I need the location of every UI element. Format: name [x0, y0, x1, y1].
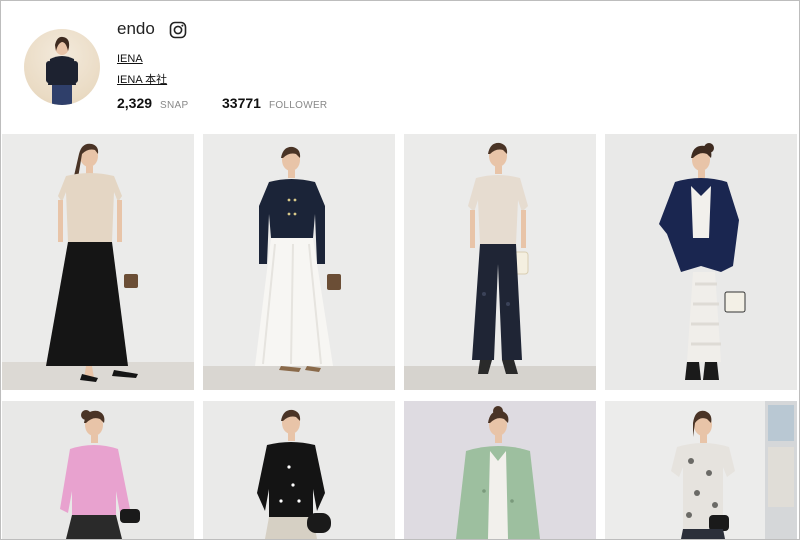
follower-count-label: FOLLOWER	[268, 100, 328, 111]
outfit-photo-6	[203, 401, 395, 539]
avatar-person-icon	[46, 36, 78, 105]
snap-tile-5[interactable]	[2, 401, 194, 539]
snap-tile-6[interactable]	[203, 401, 395, 539]
profile-header: endo IENA IENA 本社 2,329 SNAP 33771 FOLLO…	[1, 1, 799, 133]
snap-tile-4[interactable]	[605, 134, 797, 390]
snap-count: 2,329 SNAP	[117, 95, 188, 111]
outfit-photo-2	[203, 134, 395, 390]
snap-tile-7[interactable]	[404, 401, 596, 539]
avatar[interactable]	[24, 29, 100, 105]
snap-tile-3[interactable]	[404, 134, 596, 390]
outfit-photo-5	[2, 401, 194, 539]
follower-count[interactable]: 33771 FOLLOWER	[222, 95, 327, 111]
snap-count-label: SNAP	[160, 100, 189, 111]
snap-tile-8[interactable]	[605, 401, 797, 539]
profile-page: endo IENA IENA 本社 2,329 SNAP 33771 FOLLO…	[0, 0, 800, 540]
snap-count-value: 2,329	[117, 95, 153, 111]
outfit-photo-1	[2, 134, 194, 390]
shop-link-iena-head-office[interactable]: IENA 本社	[117, 71, 167, 87]
shop-link-iena[interactable]: IENA	[117, 53, 143, 65]
follower-count-value: 33771	[222, 95, 261, 111]
username: endo	[117, 19, 155, 38]
outfit-photo-4	[605, 134, 797, 390]
outfit-photo-8	[605, 401, 797, 539]
snap-tile-2[interactable]	[203, 134, 395, 390]
outfit-photo-3	[404, 134, 596, 390]
instagram-icon[interactable]	[169, 21, 187, 39]
snap-tile-1[interactable]	[2, 134, 194, 390]
snap-grid	[1, 133, 799, 539]
outfit-photo-7	[404, 401, 596, 539]
